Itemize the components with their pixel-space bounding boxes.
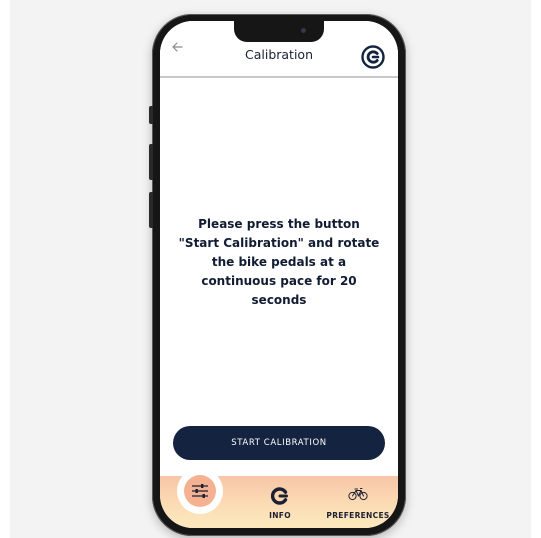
front-camera [301, 28, 306, 33]
nav-item-calibration[interactable] [177, 468, 223, 514]
nav-label-info: INFO [269, 511, 291, 520]
phone-notch [234, 21, 324, 42]
nav-item-preferences[interactable]: PREFERENCES [322, 476, 394, 528]
start-calibration-button[interactable]: START CALIBRATION [173, 426, 385, 460]
brand-c-logo-icon[interactable] [361, 45, 385, 69]
phone-frame: Calibration Please press the button "Sta… [149, 14, 406, 536]
phone-mute-switch [149, 106, 153, 124]
nav-item-info[interactable]: INFO [258, 476, 302, 528]
sliders-icon [192, 484, 208, 498]
app-screen: Calibration Please press the button "Sta… [160, 21, 398, 528]
phone-volume-down-button [149, 192, 153, 228]
nav-active-indicator [184, 475, 216, 507]
brand-c-icon [271, 487, 288, 505]
phone-volume-up-button [149, 144, 153, 180]
nav-label-preferences: PREFERENCES [326, 511, 390, 520]
calibration-instructions: Please press the button "Start Calibrati… [178, 217, 380, 307]
bicycle-icon [348, 488, 368, 501]
